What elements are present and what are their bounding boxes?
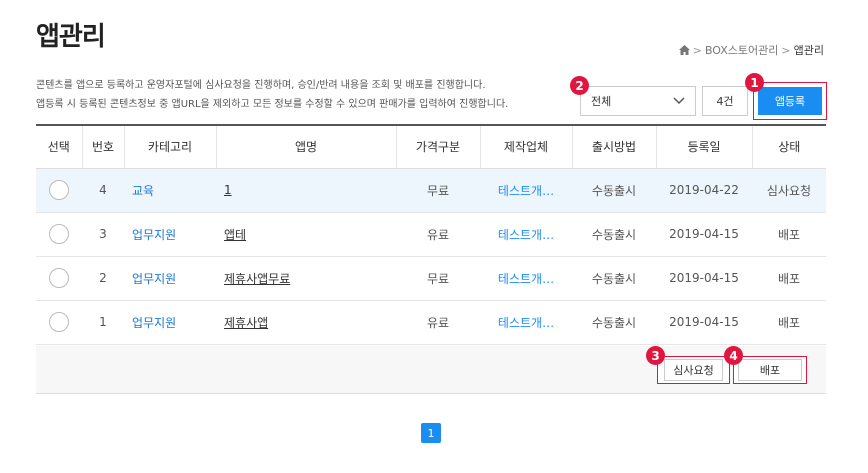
row-price-type: 무료 — [396, 256, 480, 301]
row-category-link[interactable]: 업무지원 — [124, 256, 216, 301]
row-date: 2019-04-15 — [656, 256, 752, 301]
row-category-link[interactable]: 업무지원 — [124, 300, 216, 345]
page-description: 콘텐츠를 앱으로 등록하고 운영자포털에 심사요청을 진행하며, 승인/반려 내… — [36, 76, 508, 114]
table-row[interactable]: 3 업무지원 앱테 유료 테스트개… 수동출시 2019-04-15 배포 — [36, 212, 826, 257]
filter-selected-value: 전체 — [591, 95, 612, 108]
row-status: 심사요청 — [752, 168, 826, 213]
row-status: 배포 — [752, 300, 826, 345]
column-header-app-name: 앱명 — [215, 126, 396, 169]
column-header-date: 등록일 — [655, 126, 752, 169]
row-maker-link[interactable]: 테스트개… — [480, 212, 572, 257]
row-status: 배포 — [752, 256, 826, 301]
row-number: 2 — [82, 256, 124, 301]
row-app-name-link[interactable]: 앱테 — [224, 228, 246, 242]
breadcrumb-item-box-store[interactable]: BOX스토어관리 — [705, 42, 778, 58]
deploy-highlight: 배포 — [733, 356, 807, 384]
table-row[interactable]: 4 교육 1 무료 테스트개… 수동출시 2019-04-22 심사요청 — [36, 168, 826, 213]
breadcrumb-item-current: 앱관리 — [793, 44, 824, 57]
app-table: 선택 번호 카테고리 앱명 가격구분 제작업체 출시방법 등록일 상태 4 교육… — [36, 126, 826, 345]
row-release-method: 수동출시 — [572, 256, 656, 301]
register-highlight: 앱등록 — [753, 82, 827, 120]
breadcrumb-separator-icon: > — [781, 43, 791, 57]
row-app-name-link[interactable]: 1 — [224, 183, 232, 197]
row-release-method: 수동출시 — [572, 212, 656, 257]
annotation-badge-3: 3 — [646, 346, 665, 365]
row-maker-link[interactable]: 테스트개… — [480, 168, 572, 213]
column-header-number: 번호 — [81, 126, 124, 169]
column-header-maker: 제작업체 — [479, 126, 572, 169]
row-release-method: 수동출시 — [572, 300, 656, 345]
row-select-radio[interactable] — [49, 312, 69, 332]
breadcrumb: > BOX스토어관리 > 앱관리 — [678, 42, 824, 58]
pagination-page-1[interactable]: 1 — [421, 423, 441, 443]
column-header-category: 카테고리 — [123, 126, 216, 169]
row-number: 3 — [82, 212, 124, 257]
row-app-name-link[interactable]: 제휴사앱무료 — [224, 272, 290, 286]
result-count: 4건 — [702, 86, 748, 116]
review-highlight: 심사요청 — [657, 356, 730, 384]
table-row[interactable]: 1 업무지원 제휴사앱 유료 테스트개… 수동출시 2019-04-15 배포 — [36, 300, 826, 345]
row-app-name-link[interactable]: 제휴사앱 — [224, 316, 268, 330]
breadcrumb-separator-icon: > — [692, 43, 702, 57]
column-header-release: 출시방법 — [571, 126, 656, 169]
row-release-method: 수동출시 — [572, 168, 656, 213]
row-maker-link[interactable]: 테스트개… — [480, 300, 572, 345]
register-app-button[interactable]: 앱등록 — [758, 87, 822, 115]
row-select-radio[interactable] — [49, 268, 69, 288]
home-icon[interactable] — [678, 45, 690, 55]
column-header-price-type: 가격구분 — [395, 126, 480, 169]
annotation-badge-2: 2 — [570, 76, 589, 95]
row-date: 2019-04-15 — [656, 300, 752, 345]
row-maker-link[interactable]: 테스트개… — [480, 256, 572, 301]
description-line: 콘텐츠를 앱으로 등록하고 운영자포털에 심사요청을 진행하며, 승인/반려 내… — [36, 80, 486, 91]
chevron-down-icon — [673, 97, 685, 105]
row-number: 1 — [82, 300, 124, 345]
row-date: 2019-04-15 — [656, 212, 752, 257]
column-header-select: 선택 — [36, 126, 82, 169]
deploy-button[interactable]: 배포 — [738, 359, 802, 381]
table-header-row: 선택 번호 카테고리 앱명 가격구분 제작업체 출시방법 등록일 상태 — [36, 126, 826, 169]
row-category-link[interactable]: 업무지원 — [124, 212, 216, 257]
annotation-badge-1: 1 — [745, 73, 764, 92]
table-row[interactable]: 2 업무지원 제휴사앱무료 무료 테스트개… 수동출시 2019-04-15 배… — [36, 256, 826, 301]
row-select-radio[interactable] — [49, 180, 69, 200]
request-review-button[interactable]: 심사요청 — [664, 359, 723, 381]
row-select-radio[interactable] — [49, 224, 69, 244]
status-filter-select[interactable]: 전체 — [580, 86, 696, 116]
row-number: 4 — [82, 168, 124, 213]
description-line: 앱등록 시 등록된 콘텐츠정보 중 앱URL을 제외하고 모든 정보를 수정할 … — [36, 99, 509, 110]
column-header-status: 상태 — [751, 126, 826, 169]
annotation-badge-4: 4 — [724, 346, 743, 365]
row-category-link[interactable]: 교육 — [124, 168, 216, 213]
row-price-type: 유료 — [396, 300, 480, 345]
page-title: 앱관리 — [36, 22, 106, 52]
row-price-type: 유료 — [396, 212, 480, 257]
row-date: 2019-04-22 — [656, 168, 752, 213]
row-status: 배포 — [752, 212, 826, 257]
row-price-type: 무료 — [396, 168, 480, 213]
